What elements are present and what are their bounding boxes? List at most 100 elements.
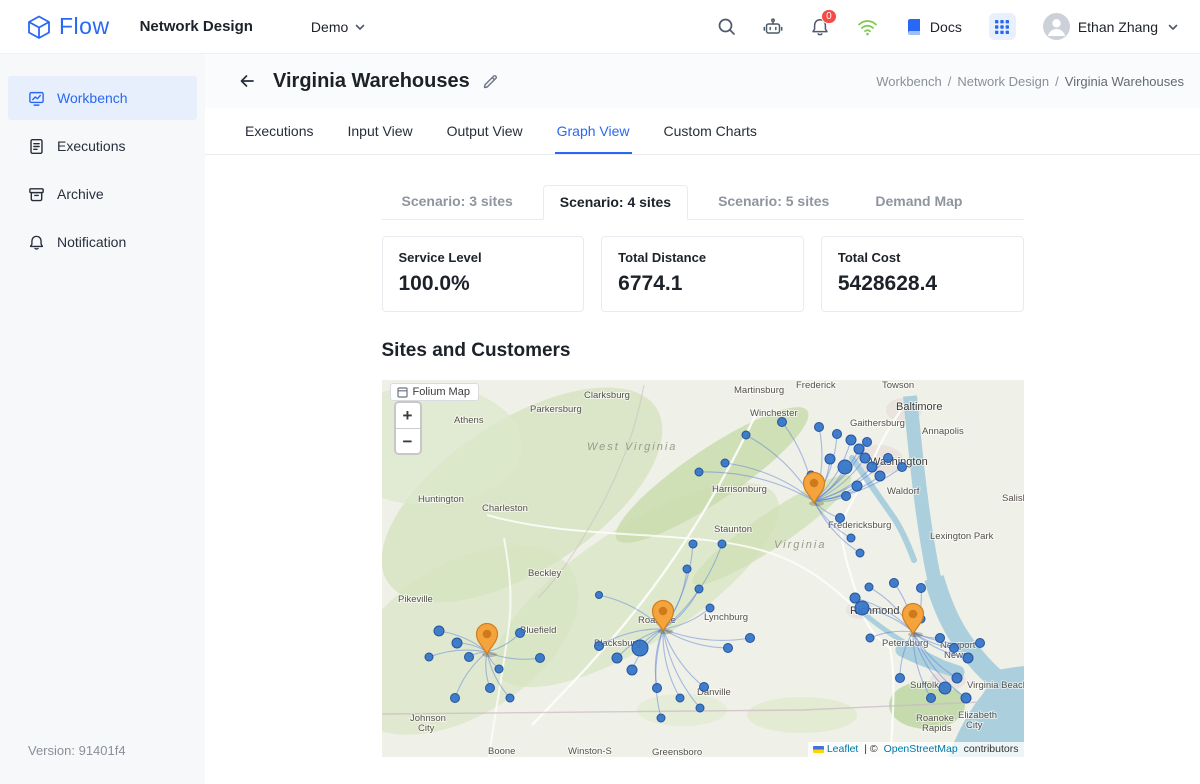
tab-graph-view[interactable]: Graph View	[555, 108, 632, 154]
edit-title-button[interactable]	[482, 73, 499, 90]
metric-card-total-distance: Total Distance 6774.1	[601, 236, 804, 312]
tab-demand-map[interactable]: Demand Map	[859, 185, 978, 220]
customer-dot[interactable]	[450, 694, 459, 703]
customer-dot[interactable]	[867, 462, 877, 472]
search-button[interactable]	[717, 17, 736, 36]
customer-dot[interactable]	[464, 653, 473, 662]
assistant-bot-button[interactable]	[763, 17, 783, 37]
customer-dot[interactable]	[847, 534, 855, 542]
customer-dot[interactable]	[689, 540, 697, 548]
customer-dot[interactable]	[926, 694, 935, 703]
customer-dot[interactable]	[889, 579, 898, 588]
customer-dot[interactable]	[632, 640, 648, 656]
map-label: Lynchburg	[704, 612, 748, 623]
customer-dot[interactable]	[695, 468, 703, 476]
customer-dot[interactable]	[683, 565, 691, 573]
tab-executions[interactable]: Executions	[243, 108, 315, 154]
customer-dot[interactable]	[963, 653, 973, 663]
customer-dot[interactable]	[814, 423, 823, 432]
customer-dot[interactable]	[723, 644, 732, 653]
back-button[interactable]	[237, 71, 257, 91]
customer-dot[interactable]	[832, 430, 841, 439]
customer-dot[interactable]	[852, 481, 862, 491]
customer-dot[interactable]	[935, 634, 944, 643]
customer-dot[interactable]	[865, 583, 873, 591]
customer-dot[interactable]	[696, 704, 704, 712]
env-selector[interactable]: Demo	[311, 19, 367, 35]
customer-dot[interactable]	[961, 693, 971, 703]
customer-dot[interactable]	[952, 673, 962, 683]
notifications-button[interactable]: 0	[810, 17, 830, 37]
customer-dot[interactable]	[860, 453, 870, 463]
tab-scenario-4-sites[interactable]: Scenario: 4 sites	[543, 185, 688, 220]
customer-dot[interactable]	[612, 653, 622, 663]
customer-dot[interactable]	[706, 604, 714, 612]
folium-map[interactable]: ClarksburgParkersburgAthensMartinsburgFr…	[382, 380, 1024, 757]
zoom-out-button[interactable]: −	[396, 428, 420, 453]
customer-dot[interactable]	[856, 549, 864, 557]
metric-label: Total Cost	[838, 250, 1007, 265]
customer-dot[interactable]	[897, 463, 906, 472]
customer-dot[interactable]	[838, 460, 852, 474]
book-icon	[905, 18, 923, 36]
customer-dot[interactable]	[699, 683, 708, 692]
breadcrumb-network-design[interactable]: Network Design	[957, 74, 1049, 89]
openstreetmap-link[interactable]: OpenStreetMap	[884, 743, 958, 755]
customer-dot[interactable]	[835, 514, 844, 523]
leaflet-link[interactable]: Leaflet	[827, 743, 859, 755]
customer-dot[interactable]	[939, 682, 951, 694]
customer-dot[interactable]	[627, 665, 637, 675]
customer-dot[interactable]	[841, 492, 850, 501]
customer-dot[interactable]	[742, 431, 750, 439]
breadcrumb-workbench[interactable]: Workbench	[876, 74, 942, 89]
customer-dot[interactable]	[425, 653, 433, 661]
customer-dot[interactable]	[721, 459, 729, 467]
customer-dot[interactable]	[495, 665, 503, 673]
customer-dot[interactable]	[883, 454, 892, 463]
customer-dot[interactable]	[652, 684, 661, 693]
customer-dot[interactable]	[855, 601, 869, 615]
customer-dot[interactable]	[485, 684, 494, 693]
tab-scenario-5-sites[interactable]: Scenario: 5 sites	[702, 185, 845, 220]
sidebar-item-notification[interactable]: Notification	[8, 220, 197, 264]
user-menu[interactable]: Ethan Zhang	[1043, 13, 1180, 40]
customer-dot[interactable]	[866, 634, 874, 642]
tab-input-view[interactable]: Input View	[345, 108, 414, 154]
docs-link[interactable]: Docs	[905, 18, 962, 36]
customer-dot[interactable]	[875, 471, 885, 481]
folium-map-chip[interactable]: Folium Map	[390, 383, 479, 401]
tab-scenario-3-sites[interactable]: Scenario: 3 sites	[386, 185, 529, 220]
flow-logo[interactable]: Flow	[26, 13, 110, 40]
customer-dot[interactable]	[777, 418, 786, 427]
customer-dot[interactable]	[506, 694, 514, 702]
customer-dot[interactable]	[745, 634, 754, 643]
customer-dot[interactable]	[846, 435, 856, 445]
customer-dot[interactable]	[975, 639, 984, 648]
customer-dot[interactable]	[515, 629, 524, 638]
customer-dot[interactable]	[595, 592, 602, 599]
customer-dot[interactable]	[594, 642, 603, 651]
customer-dot[interactable]	[895, 674, 904, 683]
customer-dot[interactable]	[695, 585, 703, 593]
customer-dot[interactable]	[535, 654, 544, 663]
customer-dot[interactable]	[825, 454, 835, 464]
tab-output-view[interactable]: Output View	[445, 108, 525, 154]
zoom-in-button[interactable]: +	[396, 403, 420, 428]
customer-dot[interactable]	[916, 584, 925, 593]
customer-dot[interactable]	[452, 638, 462, 648]
sidebar-item-workbench[interactable]: Workbench	[8, 76, 197, 120]
customer-dot[interactable]	[854, 444, 864, 454]
customer-dot[interactable]	[676, 694, 684, 702]
customer-dot[interactable]	[657, 714, 665, 722]
customer-dot[interactable]	[949, 644, 958, 653]
map-label: Parkersburg	[530, 404, 582, 415]
customer-dot[interactable]	[862, 438, 871, 447]
customer-dot[interactable]	[718, 540, 726, 548]
map-label: Boone	[488, 746, 515, 757]
apps-grid-button[interactable]	[989, 13, 1016, 40]
connection-status-button[interactable]	[857, 17, 878, 37]
tab-custom-charts[interactable]: Custom Charts	[662, 108, 759, 154]
sidebar-item-archive[interactable]: Archive	[8, 172, 197, 216]
sidebar-item-executions[interactable]: Executions	[8, 124, 197, 168]
customer-dot[interactable]	[434, 626, 444, 636]
